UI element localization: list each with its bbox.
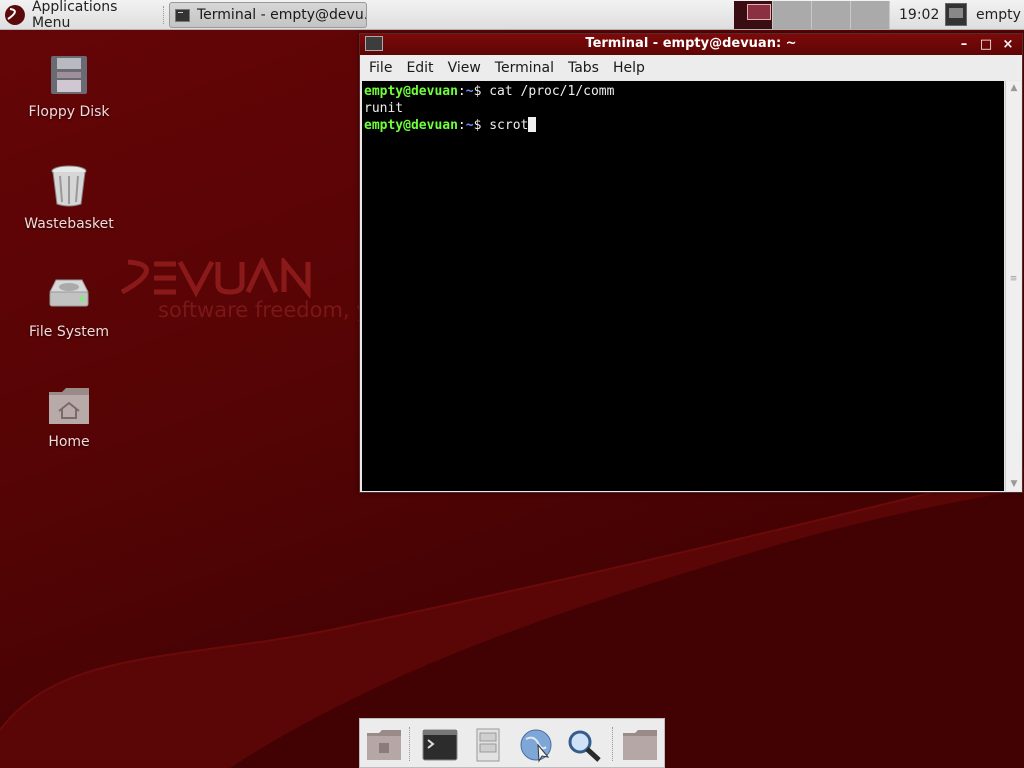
prompt-separator: : bbox=[457, 84, 466, 99]
prompt-symbol: $ bbox=[473, 84, 490, 99]
devuan-wallpaper-logo bbox=[120, 258, 311, 298]
terminal-window[interactable]: Terminal - empty@devuan: ~ – □ × File Ed… bbox=[359, 33, 1023, 493]
applications-menu-button[interactable]: Applications Menu bbox=[0, 0, 160, 31]
prompt-user: empty@devuan bbox=[364, 118, 458, 133]
terminal-menubar: File Edit View Terminal Tabs Help bbox=[360, 55, 1022, 80]
terminal-scrollbar[interactable]: ▲ ≡ ▼ bbox=[1005, 81, 1021, 491]
prompt-path: ~ bbox=[465, 84, 474, 99]
scrollbar-grip[interactable]: ≡ bbox=[1009, 275, 1018, 286]
scroll-down-arrow-icon[interactable]: ▼ bbox=[1006, 477, 1022, 491]
window-thumbnail bbox=[747, 4, 771, 20]
applications-menu-label: Applications Menu bbox=[31, 0, 118, 31]
prompt-user: empty@devuan bbox=[364, 84, 458, 99]
panel-separator bbox=[163, 6, 165, 24]
prompt-path: ~ bbox=[465, 118, 474, 133]
desktop-icon-label: Home bbox=[48, 434, 90, 450]
terminal-screen[interactable]: empty@devuan:~$ cat /proc/1/comm runit e… bbox=[362, 81, 1004, 491]
desktop-icon-floppy-disk[interactable]: Floppy Disk bbox=[14, 54, 124, 120]
workspace-3[interactable] bbox=[812, 1, 851, 29]
desktop-icon-label: Wastebasket bbox=[24, 216, 114, 232]
terminal-output-line: runit bbox=[364, 101, 404, 116]
wastebasket-icon bbox=[51, 165, 87, 207]
desktop-icon-wastebasket[interactable]: Wastebasket bbox=[14, 164, 124, 232]
user-avatar-icon[interactable] bbox=[945, 3, 967, 26]
terminal-icon[interactable] bbox=[420, 727, 460, 763]
show-desktop-icon[interactable] bbox=[364, 727, 404, 763]
workspace-1[interactable] bbox=[734, 1, 773, 29]
devuan-logo-icon bbox=[4, 5, 25, 25]
hard-drive-icon bbox=[49, 279, 89, 307]
file-cabinet-icon[interactable] bbox=[468, 727, 508, 763]
user-name[interactable]: empty bbox=[976, 0, 1021, 30]
bottom-dock bbox=[359, 718, 665, 768]
taskbar-button-terminal[interactable]: Terminal - empty@devu... bbox=[169, 2, 367, 28]
dock-separator bbox=[612, 727, 613, 761]
floppy-disk-icon bbox=[51, 56, 87, 94]
close-button[interactable]: × bbox=[998, 35, 1018, 54]
window-title: Terminal - empty@devuan: ~ bbox=[585, 36, 797, 51]
terminal-icon bbox=[175, 8, 190, 22]
menu-file[interactable]: File bbox=[362, 60, 399, 76]
menu-terminal[interactable]: Terminal bbox=[488, 60, 561, 76]
desktop-icon-home[interactable]: Home bbox=[14, 384, 124, 450]
wallpaper-tagline: software freedom, y bbox=[158, 298, 369, 322]
workspace-4[interactable] bbox=[851, 1, 890, 29]
search-icon[interactable] bbox=[564, 727, 604, 763]
menu-view[interactable]: View bbox=[441, 60, 488, 76]
text-cursor bbox=[528, 117, 537, 132]
menu-tabs[interactable]: Tabs bbox=[561, 60, 606, 76]
web-browser-icon[interactable] bbox=[516, 727, 556, 763]
desktop-icon-file-system[interactable]: File System bbox=[14, 276, 124, 340]
desktop-icon-label: Floppy Disk bbox=[28, 104, 110, 120]
dock-separator bbox=[409, 727, 410, 761]
maximize-button[interactable]: □ bbox=[976, 35, 996, 54]
desktop-icon-label: File System bbox=[28, 324, 110, 340]
taskbar-button-label: Terminal - empty@devu... bbox=[197, 7, 367, 23]
terminal-line: empty@devuan:~$ scrot bbox=[364, 117, 1004, 134]
minimize-button[interactable]: – bbox=[954, 35, 974, 54]
window-titlebar[interactable]: Terminal - empty@devuan: ~ – □ × bbox=[360, 34, 1022, 55]
folder-icon[interactable] bbox=[620, 727, 660, 763]
menu-edit[interactable]: Edit bbox=[399, 60, 440, 76]
workspace-2[interactable] bbox=[773, 1, 812, 29]
terminal-line: empty@devuan:~$ cat /proc/1/comm bbox=[364, 83, 1004, 100]
workspace-switcher[interactable] bbox=[734, 1, 890, 29]
top-panel: Applications Menu Terminal - empty@devu.… bbox=[0, 0, 1024, 31]
home-folder-icon bbox=[49, 388, 89, 424]
prompt-separator: : bbox=[457, 118, 466, 133]
prompt-symbol: $ bbox=[473, 118, 490, 133]
menu-help[interactable]: Help bbox=[606, 60, 652, 76]
scroll-up-arrow-icon[interactable]: ▲ bbox=[1006, 81, 1022, 95]
command-text: scrot bbox=[489, 118, 529, 133]
clock[interactable]: 19:02 bbox=[899, 0, 939, 30]
command-text: cat /proc/1/comm bbox=[489, 84, 615, 99]
